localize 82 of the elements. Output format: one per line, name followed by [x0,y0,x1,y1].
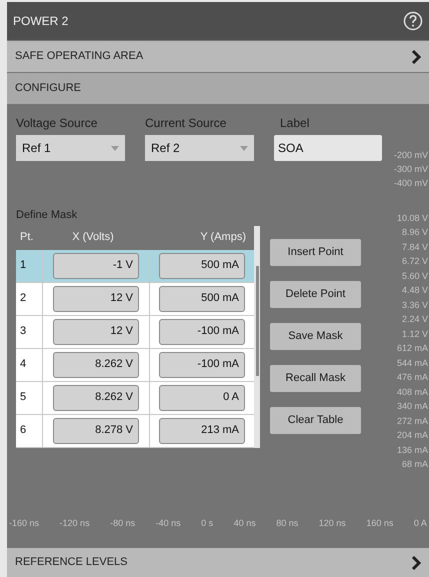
axis-label: 40 ns [234,517,256,530]
caret-down-icon [111,146,119,150]
table-row[interactable]: 2 12 V 500 mA [16,282,254,316]
axis-label: -160 ns [9,517,40,530]
chevron-right-icon [411,50,421,64]
axis-label: 2.24 V [402,313,428,326]
table-row[interactable]: 5 8.262 V 0 A [16,382,254,414]
table-row[interactable]: 1 -1 V 500 mA [16,250,254,282]
y-value-field[interactable]: 500 mA [159,252,245,278]
axis-label: 408 mA [396,386,428,398]
axis-label: 1.12 V [402,328,428,340]
help-icon[interactable] [403,11,423,31]
field-label: Label [279,115,310,132]
section-label: REFERENCE LEVELS [15,555,128,570]
action-button[interactable]: Delete Point [270,280,361,308]
window-title: POWER 2 [13,13,68,30]
section-row[interactable]: SAFE OPERATING AREA [7,41,429,72]
axis-label: 120 ns [318,517,346,530]
axis-label: 476 mA [396,371,428,384]
point-number: 4 [16,348,43,380]
column-header: Pt. [19,230,34,246]
table-row[interactable]: 6 8.278 V 213 mA [16,414,254,448]
field-label: Voltage Source [16,115,98,132]
section-label: CONFIGURE [15,81,81,96]
y-value-field[interactable]: 0 A [159,384,245,410]
axis-label: -40 ns [156,517,181,530]
axis-label: 136 mA [396,444,428,456]
axis-label: -200 mV [394,149,428,162]
x-value-field[interactable]: 8.278 V [53,418,139,444]
axis-label: 160 ns [366,517,394,530]
point-number: 2 [16,282,43,314]
section-title: Define Mask [16,208,78,223]
axis-label: 272 mA [396,414,428,428]
source-dropdown[interactable]: Ref 2 [145,135,254,161]
section-label: SAFE OPERATING AREA [15,49,144,64]
axis-label: 612 mA [396,342,428,355]
x-value-field[interactable]: -1 V [53,252,139,278]
y-value-field[interactable]: -100 mA [159,352,245,378]
action-button[interactable]: Save Mask [270,322,361,350]
field-label: Current Source [145,115,228,132]
axis-label: 10.08 V [396,212,428,224]
axis-label: 544 mA [396,356,428,370]
axis-label: 4.48 V [402,284,428,297]
action-button[interactable]: Recall Mask [270,364,361,392]
point-number: 1 [16,250,43,282]
axis-label: 68 mA [402,458,428,471]
section-row[interactable]: REFERENCE LEVELS [7,548,429,577]
axis-label: -400 mV [394,177,428,190]
axis-label: 340 mA [396,400,428,413]
point-number: 6 [16,414,43,446]
scrollbar-thumb[interactable] [256,266,259,376]
axis-label: 0 s [201,517,214,530]
x-value-field[interactable]: 8.262 V [53,352,139,378]
action-button[interactable]: Clear Table [270,406,361,434]
caret-down-icon [240,146,248,150]
y-value-field[interactable]: 213 mA [159,418,245,444]
table-row[interactable]: 4 8.262 V -100 mA [16,348,254,382]
point-number: 3 [16,316,43,348]
point-number: 5 [16,382,43,414]
axis-label: 6.72 V [402,255,428,268]
axis-label: 3.36 V [402,298,428,312]
axis-label: 7.84 V [402,240,428,254]
column-header: X (Volts) [71,230,115,246]
y-value-field[interactable]: 500 mA [159,286,245,312]
chevron-right-icon [411,556,421,570]
axis-label: 0 A [414,517,427,530]
axis-label: 8.96 V [402,226,428,239]
label-field[interactable]: SOA [274,135,382,161]
table-row[interactable]: 3 12 V -100 mA [16,316,254,348]
x-value-field[interactable]: 12 V [53,286,139,312]
axis-label: -120 ns [60,517,90,530]
axis-label: -300 mV [394,163,428,176]
axis-label: 80 ns [276,517,298,530]
x-value-field[interactable]: 12 V [53,318,139,344]
column-header: Y (Amps) [199,230,247,246]
x-value-field[interactable]: 8.262 V [53,384,139,410]
axis-label: -80 ns [110,517,136,530]
action-button[interactable]: Insert Point [270,238,361,266]
y-value-field[interactable]: -100 mA [159,318,245,344]
axis-label: 5.60 V [402,270,428,282]
source-dropdown[interactable]: Ref 1 [16,135,125,161]
axis-label: 204 mA [396,429,428,442]
